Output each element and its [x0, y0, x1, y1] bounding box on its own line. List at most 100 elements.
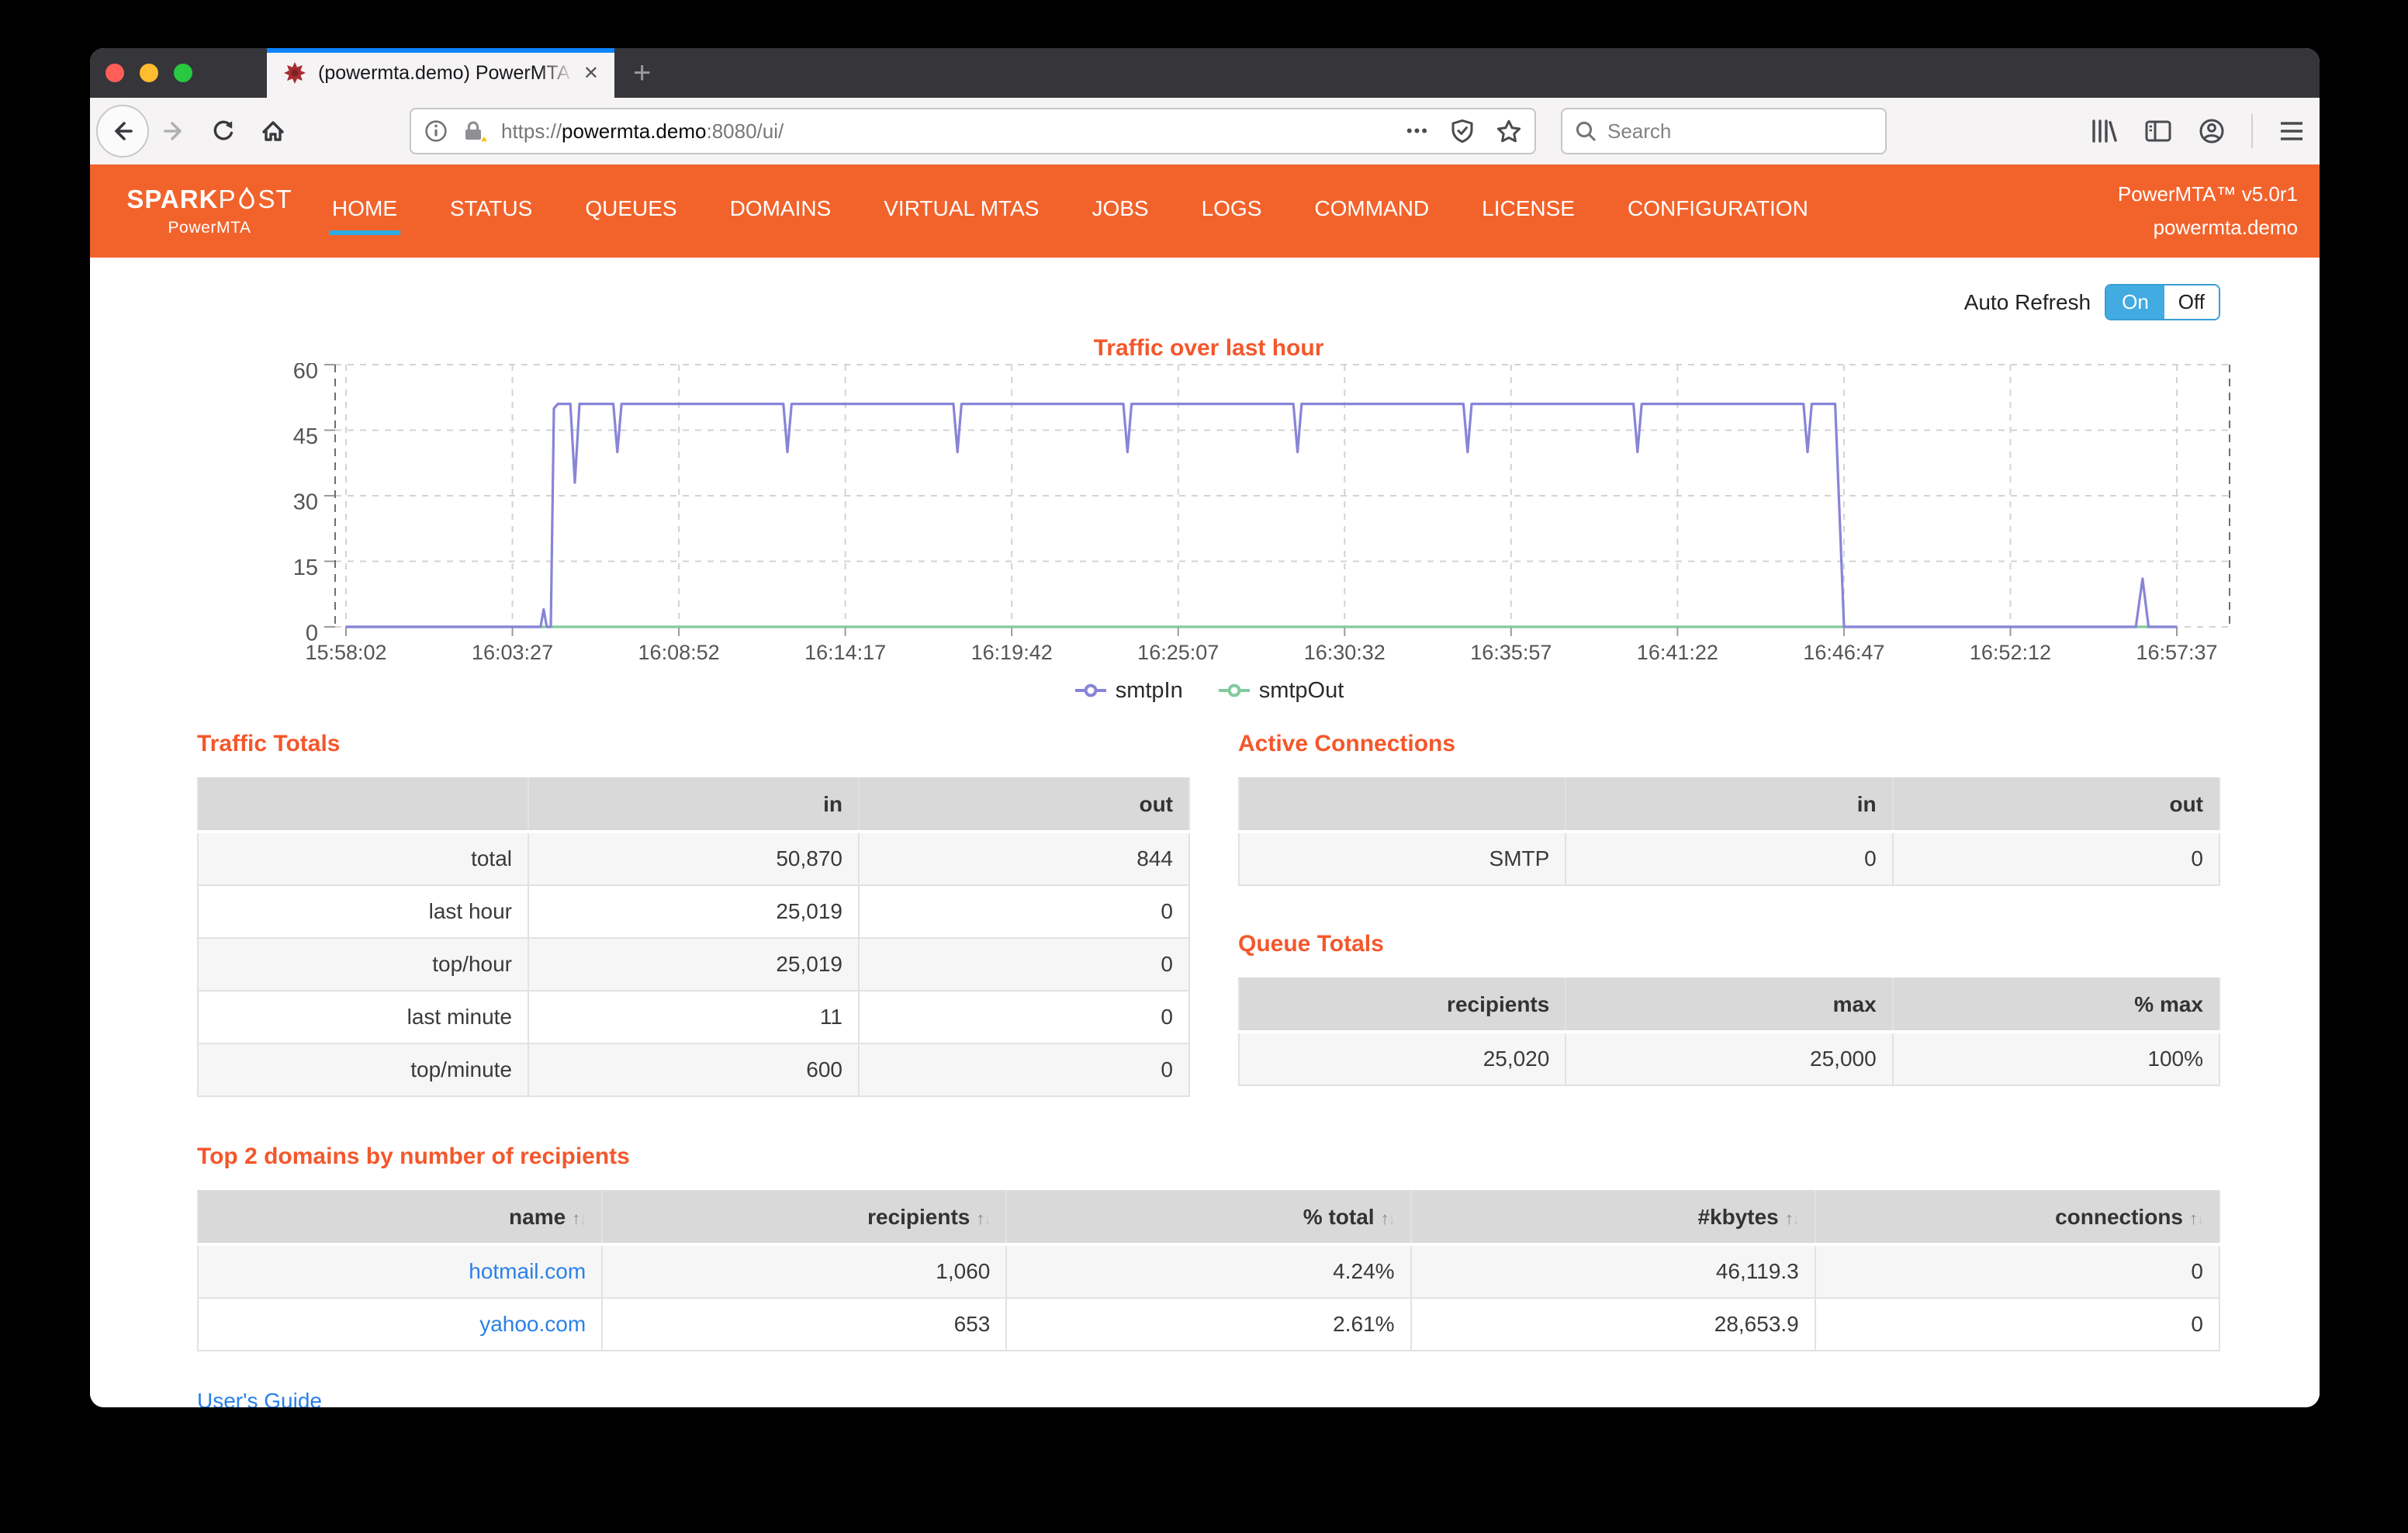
cell: 25,019	[528, 885, 859, 938]
domain-link[interactable]: hotmail.com	[469, 1259, 586, 1283]
page-actions-icon[interactable]: •••	[1406, 121, 1429, 141]
sort-arrows-icon[interactable]: ↑↓	[1785, 1209, 1799, 1228]
cell: 50,870	[528, 832, 859, 885]
cell: 2.61%	[1006, 1298, 1410, 1351]
table-row: last minute110	[198, 991, 1189, 1043]
shield-icon[interactable]	[1451, 119, 1474, 144]
cell: 25,019	[528, 938, 859, 991]
sparkpost-logo: SPARKPST PowerMTA	[121, 185, 298, 237]
svg-text:15: 15	[293, 555, 318, 580]
nav-item-home[interactable]: HOME	[329, 187, 400, 235]
table-row: last hour25,0190	[198, 885, 1189, 938]
cell: 0	[859, 991, 1189, 1043]
account-icon[interactable]	[2199, 118, 2225, 144]
legend-item-smtpIn: smtpIn	[1074, 678, 1183, 704]
section-title-traffic-totals: Traffic Totals	[197, 731, 1190, 762]
forward-button[interactable]	[149, 106, 199, 156]
toggle-on[interactable]: On	[2106, 285, 2164, 319]
sort-arrows-icon[interactable]: ↑↓	[2189, 1209, 2203, 1228]
zoom-window-button[interactable]	[174, 64, 192, 82]
nav-item-status[interactable]: STATUS	[447, 187, 535, 235]
reload-icon	[211, 119, 236, 144]
chart-title: Traffic over last hour	[197, 335, 2220, 363]
svg-text:16:14:17: 16:14:17	[804, 641, 886, 664]
nav-item-queues[interactable]: QUEUES	[582, 187, 680, 235]
page-info-icon[interactable]	[424, 119, 448, 144]
domain-link[interactable]: yahoo.com	[479, 1312, 586, 1336]
tab-strip: (powermta.demo) PowerMTA W ✕ +	[90, 48, 2320, 98]
cell: yahoo.com	[198, 1298, 602, 1351]
home-button[interactable]	[248, 106, 298, 156]
cell: 0	[1566, 832, 1892, 885]
nav-item-license[interactable]: LICENSE	[1479, 187, 1578, 235]
app-navbar: SPARKPST PowerMTA HOME STATUS QUEUES DOMAIN…	[90, 164, 2320, 258]
table-row: total50,870844	[198, 832, 1189, 885]
column-header[interactable]: name↑↓	[198, 1191, 602, 1244]
cell: top/hour	[198, 938, 528, 991]
sort-arrows-icon[interactable]: ↑↓	[976, 1209, 990, 1228]
svg-text:16:25:07: 16:25:07	[1137, 641, 1219, 664]
column-header[interactable]: connections↑↓	[1815, 1191, 2219, 1244]
cell: total	[198, 832, 528, 885]
url-text[interactable]: https://powermta.demo:8080/ui/	[501, 119, 1406, 144]
table-row: SMTP00	[1239, 832, 2219, 885]
reload-button[interactable]	[199, 106, 248, 156]
svg-text:60: 60	[293, 363, 318, 384]
cell: 25,000	[1566, 1032, 1892, 1085]
cell: 0	[1815, 1298, 2219, 1351]
column-header[interactable]: #kbytes↑↓	[1411, 1191, 1815, 1244]
column-header[interactable]: % total↑↓	[1006, 1191, 1410, 1244]
column-header: out	[859, 778, 1189, 832]
svg-text:16:52:12: 16:52:12	[1970, 641, 2051, 664]
powermta-favicon-icon	[282, 61, 307, 85]
search-placeholder: Search	[1607, 119, 1671, 144]
back-button[interactable]	[96, 105, 149, 157]
svg-text:16:57:37: 16:57:37	[2136, 641, 2217, 664]
svg-text:30: 30	[293, 490, 318, 515]
cell: 4.24%	[1006, 1244, 1410, 1298]
search-icon	[1575, 120, 1597, 142]
auto-refresh-toggle[interactable]: On Off	[2105, 284, 2220, 320]
top-domains-table: name↑↓recipients↑↓% total↑↓#kbytes↑↓conn…	[197, 1190, 2220, 1351]
svg-text:16:41:22: 16:41:22	[1637, 641, 1718, 664]
nav-item-jobs[interactable]: JOBS	[1088, 187, 1151, 235]
sort-arrows-icon[interactable]: ↑↓	[1381, 1209, 1395, 1228]
column-header[interactable]: recipients↑↓	[602, 1191, 1006, 1244]
toolbar-separator	[2251, 114, 2253, 148]
column-header: max	[1566, 978, 1892, 1032]
nav-item-virtual-mtas[interactable]: VIRTUAL MTAS	[881, 187, 1042, 235]
cell: 28,653.9	[1411, 1298, 1815, 1351]
auto-refresh-label: Auto Refresh	[1964, 290, 2091, 315]
sort-arrows-icon[interactable]: ↑↓	[572, 1209, 586, 1228]
search-input[interactable]: Search	[1561, 108, 1887, 154]
nav-item-domains[interactable]: DOMAINS	[727, 187, 835, 235]
section-title-queue-totals: Queue Totals	[1238, 931, 2220, 962]
toggle-off[interactable]: Off	[2164, 285, 2219, 319]
insecure-lock-icon[interactable]	[461, 119, 489, 144]
column-header: recipients	[1239, 978, 1566, 1032]
nav-item-configuration[interactable]: CONFIGURATION	[1624, 187, 1811, 235]
minimize-window-button[interactable]	[140, 64, 158, 82]
nav-item-command[interactable]: COMMAND	[1311, 187, 1432, 235]
menu-hamburger-icon[interactable]	[2279, 120, 2304, 142]
cell: 25,020	[1239, 1032, 1566, 1085]
close-tab-icon[interactable]: ✕	[580, 62, 602, 85]
bookmark-star-icon[interactable]	[1496, 119, 1522, 144]
svg-text:16:46:47: 16:46:47	[1803, 641, 1884, 664]
traffic-totals-table: inouttotal50,870844last hour25,0190top/h…	[197, 777, 1190, 1097]
cell: 0	[859, 885, 1189, 938]
nav-item-logs[interactable]: LOGS	[1199, 187, 1265, 235]
cell: 600	[528, 1043, 859, 1096]
cell: 0	[859, 1043, 1189, 1096]
cell: 0	[1815, 1244, 2219, 1298]
close-window-button[interactable]	[106, 64, 124, 82]
new-tab-button[interactable]: +	[614, 48, 669, 98]
url-bar[interactable]: https://powermta.demo:8080/ui/ •••	[410, 108, 1536, 154]
table-row: top/minute6000	[198, 1043, 1189, 1096]
sidebars-icon[interactable]	[2144, 119, 2172, 144]
browser-window: (powermta.demo) PowerMTA W ✕ +	[90, 48, 2320, 1407]
browser-tab[interactable]: (powermta.demo) PowerMTA W ✕	[267, 48, 614, 98]
logo-subtitle: PowerMTA	[121, 219, 298, 237]
users-guide-link[interactable]: User's Guide	[197, 1389, 322, 1407]
library-icon[interactable]	[2090, 118, 2118, 144]
